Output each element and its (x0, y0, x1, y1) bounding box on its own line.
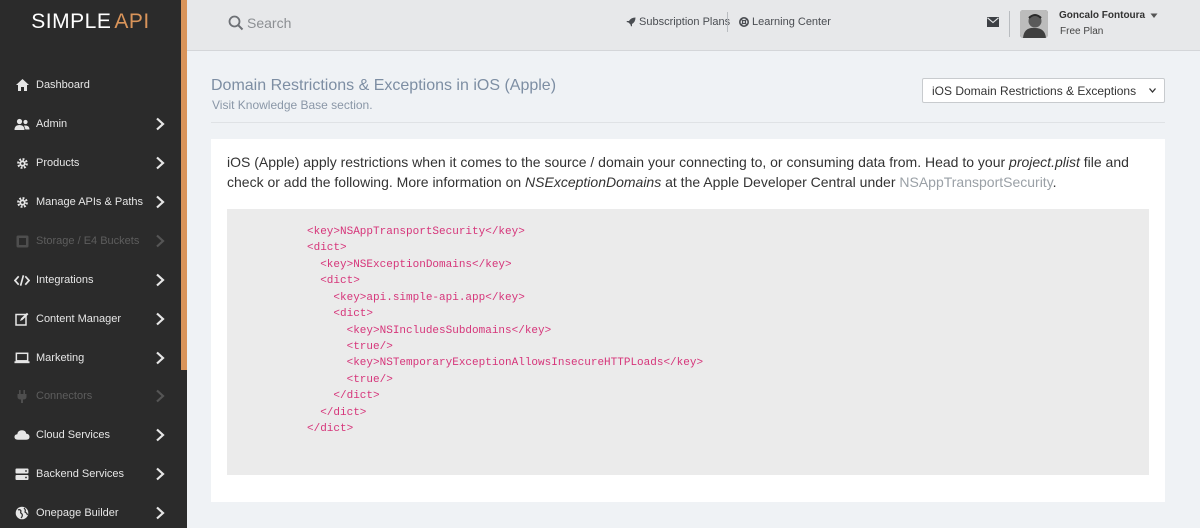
code-line: <true/> (307, 374, 393, 386)
sidebar-item-label: Admin (36, 118, 68, 130)
chevron-right-icon (156, 428, 165, 442)
code-line: <key>NSExceptionDomains</key> (307, 259, 512, 271)
code-line: </dict> (307, 407, 367, 419)
header-divider (211, 122, 1165, 123)
intro-part: iOS (Apple) apply restrictions when it c… (227, 154, 1010, 170)
content-panel: iOS (Apple) apply restrictions when it c… (211, 139, 1165, 502)
sidebar-item-connectors: Connectors (0, 377, 181, 415)
users-icon (14, 116, 30, 132)
sidebar-item-marketing[interactable]: Marketing (0, 339, 181, 377)
sidebar-item-integrations[interactable]: Integrations (0, 261, 181, 299)
user-plan: Free Plan (1060, 26, 1104, 37)
page-subtitle: Visit Knowledge Base section. (212, 98, 373, 112)
gear-icon (14, 194, 30, 210)
chevron-right-icon (156, 389, 165, 403)
sidebar-item-onepage-builder[interactable]: Onepage Builder (0, 494, 181, 528)
chevron-right-icon (156, 351, 165, 365)
rocket-icon (626, 17, 636, 27)
server-icon (14, 466, 30, 482)
sidebar-item-admin[interactable]: Admin (0, 105, 181, 143)
code-line: <true/> (307, 341, 393, 353)
storage-icon (14, 233, 30, 249)
code-icon (14, 272, 30, 288)
sidebar: SIMPLE API Dashboard Admin Products Manag… (0, 0, 187, 528)
code-line: <dict> (307, 242, 347, 254)
chevron-down-icon (1149, 88, 1156, 93)
topic-select[interactable]: iOS Domain Restrictions & Exceptions (922, 78, 1165, 103)
globe-icon (14, 505, 30, 521)
search-icon (228, 15, 244, 31)
chevron-right-icon (156, 467, 165, 481)
code-block: <key>NSAppTransportSecurity</key> <dict>… (227, 209, 1149, 475)
intro-file: project.plist (1009, 154, 1080, 170)
caret-down-icon[interactable] (1150, 13, 1158, 19)
chevron-right-icon (156, 273, 165, 287)
code-line: <key>NSIncludesSubdomains</key> (307, 325, 552, 337)
chevron-right-icon (156, 312, 165, 326)
code-line: <key>NSTemporaryExceptionAllowsInsecureH… (307, 357, 704, 369)
sidebar-item-label: Backend Services (36, 468, 125, 480)
code-line: <dict> (307, 275, 360, 287)
search-input[interactable] (247, 12, 547, 34)
code-line: </dict> (307, 390, 380, 402)
app-logo[interactable]: SIMPLE API (0, 10, 181, 34)
laptop-icon (14, 350, 30, 366)
sidebar-item-label: Content Manager (36, 313, 121, 325)
sidebar-item-label: Cloud Services (36, 429, 110, 441)
sidebar-scrollbar-track (181, 370, 187, 528)
sidebar-item-label: Products (36, 157, 80, 169)
sidebar-item-dashboard[interactable]: Dashboard (0, 66, 181, 104)
chevron-right-icon (156, 234, 165, 248)
sidebar-scrollbar[interactable] (181, 0, 187, 370)
code-line: <key>NSAppTransportSecurity</key> (307, 226, 525, 238)
page-title: Domain Restrictions & Exceptions in iOS … (211, 77, 557, 94)
learning-center-link[interactable]: Learning Center (739, 16, 831, 28)
avatar[interactable] (1020, 10, 1048, 38)
learning-center-label: Learning Center (752, 16, 831, 28)
sidebar-item-label: Marketing (36, 352, 85, 364)
chevron-right-icon (156, 195, 165, 209)
subscription-plans-link[interactable]: Subscription Plans (626, 16, 730, 28)
intro-key: NSExceptionDomains (525, 173, 662, 190)
sidebar-item-label: Manage APIs & Paths (36, 196, 144, 208)
sidebar-item-label: Onepage Builder (36, 507, 119, 519)
home-icon (14, 77, 30, 93)
edit-icon (14, 311, 30, 327)
intro-text: iOS (Apple) apply restrictions when it c… (227, 153, 1147, 192)
plug-icon (14, 388, 30, 404)
sidebar-item-manage-apis[interactable]: Manage APIs & Paths (0, 183, 181, 221)
top-separator (1009, 11, 1010, 37)
sidebar-item-label: Dashboard (36, 79, 90, 91)
ns-app-transport-security-link[interactable]: NSAppTransportSecurity (899, 174, 1052, 190)
gear-icon (14, 155, 30, 171)
chevron-right-icon (156, 506, 165, 520)
chevron-right-icon (156, 117, 165, 131)
sidebar-item-cloud-services[interactable]: Cloud Services (0, 416, 181, 454)
sidebar-item-backend-services[interactable]: Backend Services (0, 455, 181, 493)
sidebar-item-storage: Storage / E4 Buckets (0, 222, 181, 260)
chevron-right-icon (156, 156, 165, 170)
top-bar: Subscription Plans Learning Center Gonca… (187, 0, 1200, 51)
intro-part: at the Apple Developer Central under (661, 173, 900, 190)
topic-select-value: iOS Domain Restrictions & Exceptions (932, 83, 1137, 98)
sidebar-item-label: Storage / E4 Buckets (36, 235, 140, 247)
lifebuoy-icon (739, 17, 749, 27)
user-name[interactable]: Goncalo Fontoura (1059, 10, 1145, 21)
subscription-plans-label: Subscription Plans (639, 16, 731, 28)
intro-part: . (1052, 173, 1057, 190)
envelope-icon[interactable] (987, 17, 999, 27)
sidebar-item-label: Connectors (36, 390, 93, 402)
code-line: </dict> (307, 423, 354, 435)
sidebar-item-content-manager[interactable]: Content Manager (0, 300, 181, 338)
code-line: <key>api.simple-api.app</key> (307, 292, 525, 304)
logo-text-api: API (114, 10, 150, 33)
sidebar-item-label: Integrations (36, 274, 94, 286)
sidebar-item-products[interactable]: Products (0, 144, 181, 182)
cloud-icon (14, 427, 30, 443)
logo-text-simple: SIMPLE (31, 10, 112, 33)
code-line: <dict> (307, 308, 374, 320)
top-separator (727, 12, 728, 32)
